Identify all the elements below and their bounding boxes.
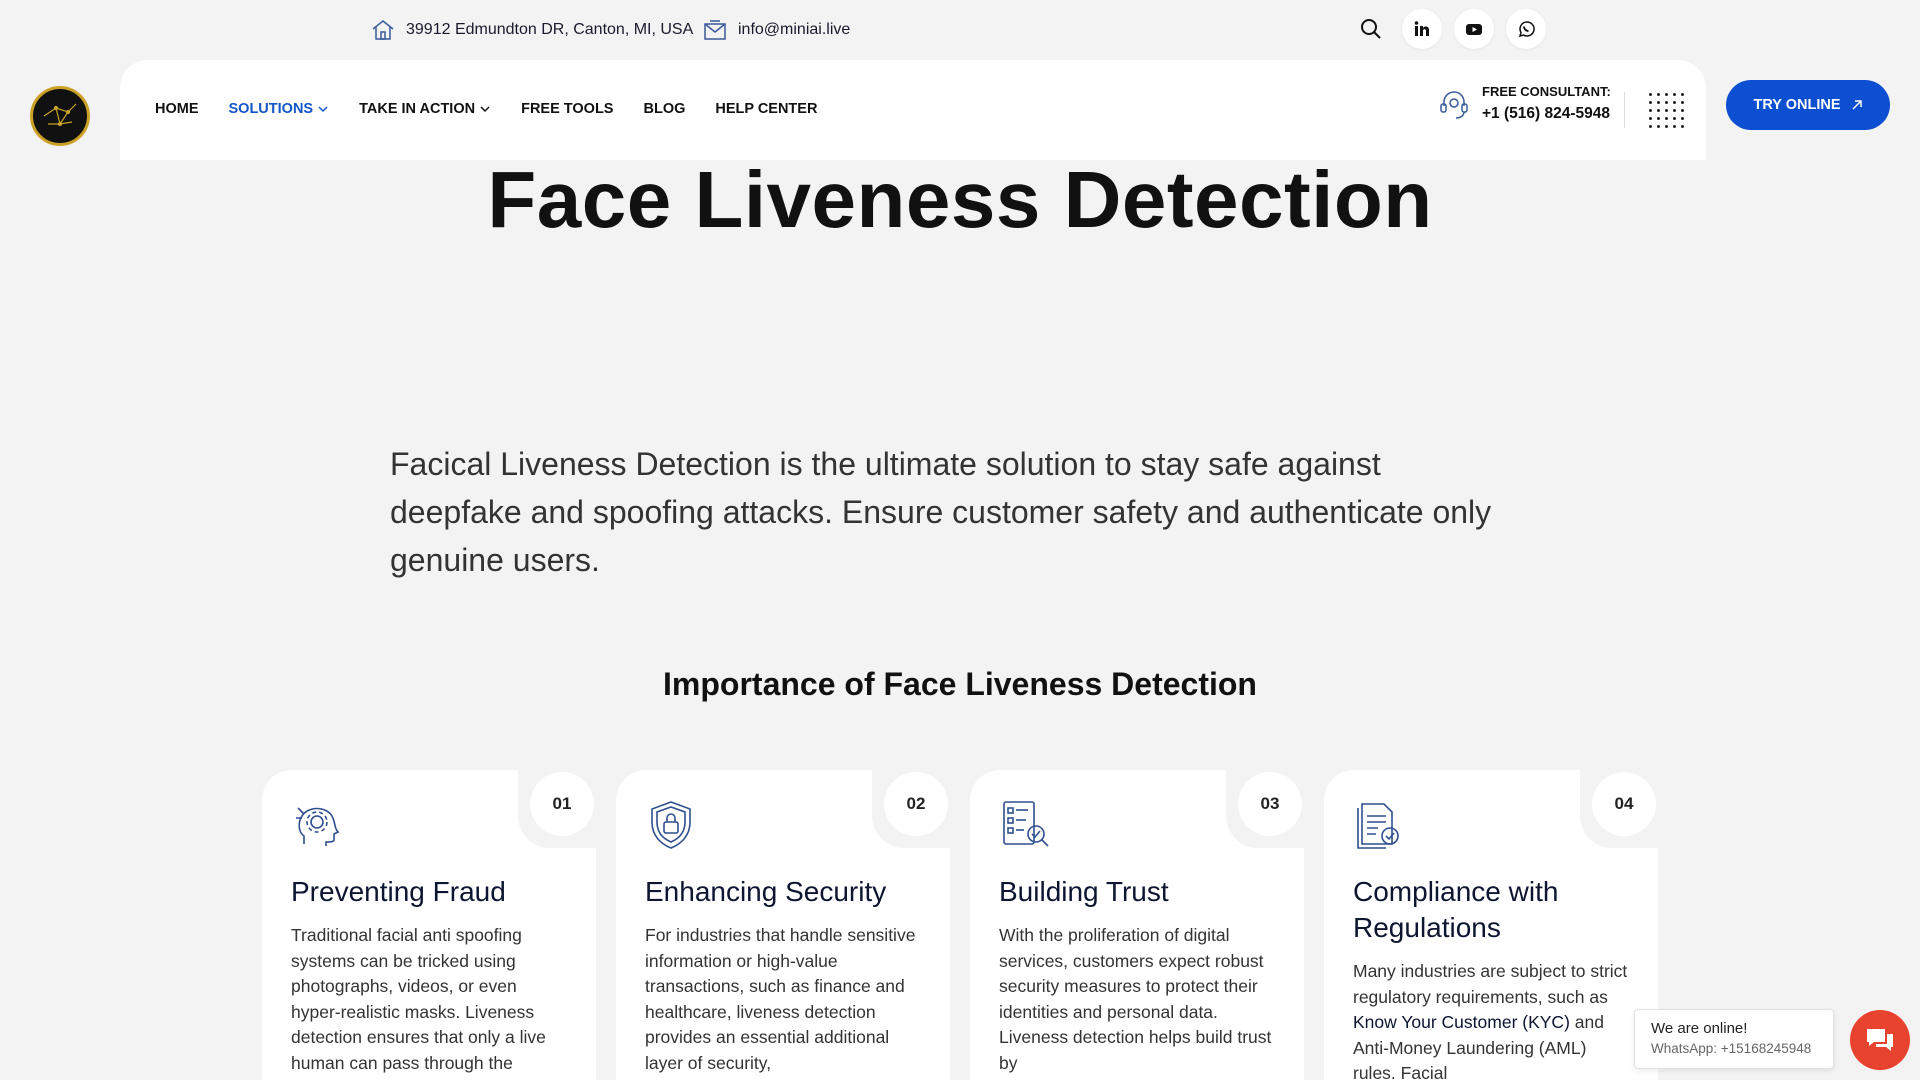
checklist-search-icon <box>1003 801 1049 847</box>
nav-item-blog[interactable]: BLOG <box>643 101 685 117</box>
chat-icon <box>1867 1029 1893 1051</box>
chat-button[interactable] <box>1850 1010 1910 1070</box>
menu-grid-icon[interactable] <box>1646 90 1686 130</box>
nav-menu: HOME SOLUTIONS TAKE IN ACTION FREE TOOLS… <box>155 60 817 158</box>
headset-icon <box>1440 90 1468 119</box>
mail-icon <box>704 20 726 40</box>
section-title: Importance of Face Liveness Detection <box>663 666 1257 702</box>
address-text: 39912 Edmundton DR, Canton, MI, USA <box>406 21 694 38</box>
whatsapp-button[interactable] <box>1506 9 1546 49</box>
search-button[interactable] <box>1356 9 1386 49</box>
consultant-label: FREE CONSULTANT: <box>1482 84 1611 99</box>
nav-item-take-in-action[interactable]: TAKE IN ACTION <box>359 101 491 117</box>
card-body: With the proliferation of digital servic… <box>999 925 1272 1073</box>
feature-card: 03 Building Trust With the proliferation… <box>970 766 1308 1080</box>
search-icon <box>1361 19 1381 39</box>
chat-whatsapp: WhatsApp: +15168245948 <box>1651 1041 1812 1056</box>
page-title: Face Liveness Detection <box>487 155 1433 244</box>
intro-paragraph: Facical Liveness Detection is the ultima… <box>390 446 1492 578</box>
card-body: Many industries are subject to strict re… <box>1353 961 1628 1080</box>
feature-card: 01 Preventing Fraud Traditional facial a… <box>262 766 600 1080</box>
card-body: For industries that handle sensitive inf… <box>645 925 916 1073</box>
card-number: 02 <box>884 772 948 836</box>
consultant-phone[interactable]: +1 (516) 824-5948 <box>1482 105 1611 123</box>
email-text: info@miniai.live <box>738 21 851 38</box>
card-number: 01 <box>530 772 594 836</box>
card-title: Building Trust <box>999 876 1169 907</box>
home-icon <box>372 20 394 40</box>
linkedin-button[interactable] <box>1402 9 1442 49</box>
chevron-down-icon <box>318 106 328 113</box>
site-logo[interactable] <box>30 86 90 146</box>
youtube-button[interactable] <box>1454 9 1494 49</box>
whatsapp-icon <box>1518 21 1535 38</box>
nav-item-solutions[interactable]: SOLUTIONS <box>229 101 330 117</box>
card-body: Traditional facial anti spoofing systems… <box>291 925 546 1073</box>
nav-item-home[interactable]: HOME <box>155 101 199 117</box>
arrow-up-right-icon <box>1851 100 1862 110</box>
email-info[interactable]: info@miniai.live <box>702 17 850 43</box>
feature-card: 02 Enhancing Security For industries tha… <box>616 766 954 1080</box>
chevron-down-icon <box>480 106 490 113</box>
address-info[interactable]: 39912 Edmundton DR, Canton, MI, USA <box>370 17 693 43</box>
kyc-link[interactable]: Know Your Customer (KYC) <box>1353 1012 1570 1032</box>
top-bar: 39912 Edmundton DR, Canton, MI, USA info… <box>0 0 1920 58</box>
main-navigation: HOME SOLUTIONS TAKE IN ACTION FREE TOOLS… <box>120 60 1706 160</box>
free-consultant[interactable]: FREE CONSULTANT: +1 (516) 824-5948 <box>1436 84 1611 123</box>
nav-item-free-tools[interactable]: FREE TOOLS <box>521 101 613 117</box>
top-icons <box>1356 9 1546 49</box>
youtube-icon <box>1466 24 1482 35</box>
logo-icon <box>43 103 77 127</box>
linkedin-icon <box>1414 21 1429 36</box>
chat-status-bubble[interactable]: We are online! WhatsApp: +15168245948 <box>1634 1009 1834 1069</box>
card-title: Preventing Fraud <box>291 876 506 907</box>
document-check-icon <box>1357 803 1399 849</box>
nav-divider <box>1624 92 1625 128</box>
card-number: 03 <box>1238 772 1302 836</box>
card-title: Compliance with Regulations <box>1353 876 1559 943</box>
shield-lock-icon <box>651 801 691 849</box>
card-title: Enhancing Security <box>645 876 887 907</box>
chat-status: We are online! <box>1651 1020 1748 1037</box>
nav-item-help-center[interactable]: HELP CENTER <box>715 101 817 117</box>
card-number: 04 <box>1592 772 1656 836</box>
head-gear-icon <box>296 807 340 846</box>
feature-card: 04 Compliance with Regulations Many indu… <box>1324 766 1662 1080</box>
try-online-button[interactable]: TRY ONLINE <box>1726 80 1890 130</box>
